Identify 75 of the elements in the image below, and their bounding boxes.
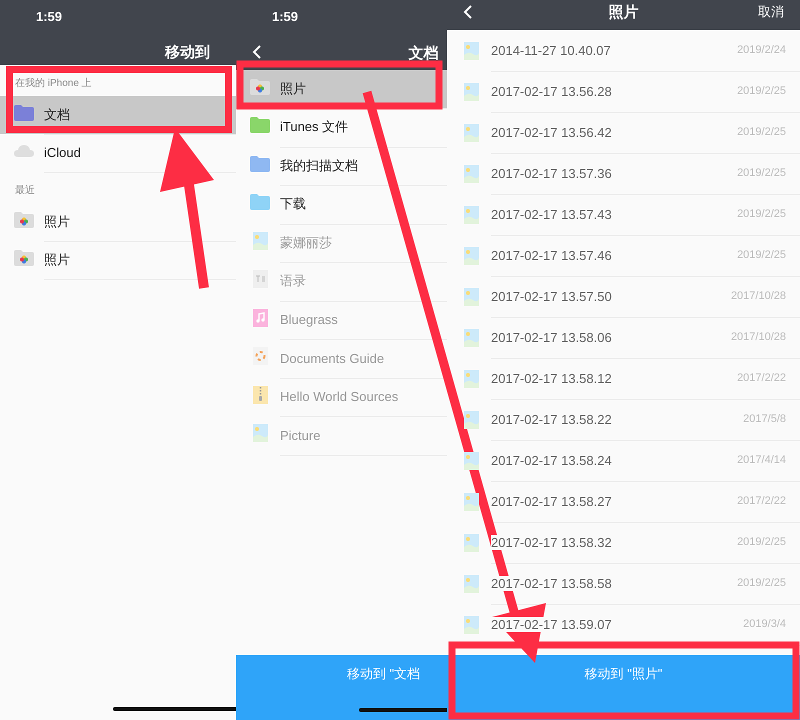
file-label: Bluegrass: [280, 312, 338, 328]
file-name: 2017-02-17 13.58.27: [491, 494, 612, 508]
file-row[interactable]: 2017-02-17 13.56.28 2019/2/25: [447, 71, 800, 112]
file-date: 2019/2/25: [737, 249, 786, 261]
file-date: 2019/2/25: [737, 577, 786, 589]
file-row[interactable]: 2017-02-17 13.57.50 2017/10/28: [447, 276, 800, 317]
file-name: 2014-11-27 10.40.07: [491, 42, 611, 58]
file-label: 照片: [280, 80, 306, 98]
file-row[interactable]: 2017-02-17 13.57.43 2019/2/25: [447, 194, 800, 235]
file-row[interactable]: 2017-02-17 13.58.12 2017/2/22: [447, 358, 800, 399]
folder-icon: [13, 102, 35, 122]
file-row[interactable]: 2017-02-17 13.58.32 2019/2/25: [447, 522, 800, 563]
file-date: 2019/2/24: [737, 44, 786, 56]
file-date: 2019/2/25: [737, 126, 786, 138]
file-date: 2019/2/25: [737, 85, 786, 97]
section-header: 在我的 iPhone 上: [15, 78, 92, 89]
folder-icon: [249, 154, 271, 174]
back-icon[interactable]: [463, 4, 473, 20]
file-row[interactable]: 2017-02-17 13.58.24 2017/4/14: [447, 440, 800, 481]
file-date: 2017/10/28: [730, 290, 786, 302]
file-name: 2017-02-17 13.58.32: [491, 534, 612, 550]
file-row[interactable]: 2017-02-17 13.57.46 2019/2/25: [447, 235, 800, 276]
file-name: 2017-02-17 13.58.22: [491, 412, 612, 426]
status-time: 1:59: [36, 9, 62, 24]
file-row[interactable]: 2014-11-27 10.40.07 2019/2/24: [447, 30, 800, 71]
file-label: Hello World Sources: [280, 389, 398, 404]
file-label: 下载: [280, 195, 306, 214]
file-label: Picture: [280, 428, 320, 443]
file-name: 2017-02-17 13.56.42: [491, 124, 612, 140]
file-name: 2017-02-17 13.58.24: [491, 452, 612, 468]
file-row[interactable]: 2017-02-17 13.58.27 2017/2/22: [447, 481, 800, 522]
section-header: 最近: [15, 185, 35, 196]
file-row[interactable]: 2017-02-17 13.58.58 2019/2/25: [447, 563, 800, 604]
file-name: 2017-02-17 13.57.43: [491, 206, 612, 222]
file-date: 2017/2/22: [737, 495, 786, 507]
file-row[interactable]: 2017-02-17 13.57.36 2019/2/25: [447, 153, 800, 194]
file-name: 2017-02-17 13.57.50: [491, 288, 612, 304]
file-date: 2017/10/28: [730, 331, 786, 343]
file-name: 2017-02-17 13.58.06: [491, 330, 612, 344]
file-date: 2019/2/25: [737, 167, 786, 179]
file-label: iTunes 文件: [280, 118, 348, 136]
file-row[interactable]: 2017-02-17 13.58.22 2017/5/8: [447, 399, 800, 440]
file-name: 2017-02-17 13.58.12: [491, 370, 612, 386]
photos-folder-icon: [13, 248, 35, 268]
file-name: 2017-02-17 13.58.58: [491, 576, 612, 590]
file-label: 我的扫描文档: [280, 156, 358, 175]
file-label: Documents Guide: [280, 350, 384, 366]
screen-title: 文档: [408, 44, 438, 63]
file-date: 2017/4/14: [737, 454, 786, 466]
back-icon[interactable]: [252, 44, 262, 60]
cancel-button[interactable]: 取消: [758, 3, 784, 21]
location-label: 文档: [44, 106, 70, 124]
file-name: 2017-02-17 13.59.07: [491, 616, 612, 632]
file-date: 2019/2/25: [737, 208, 786, 220]
status-time: 1:59: [272, 9, 298, 24]
screen-title: 照片: [608, 3, 638, 22]
file-name: 2017-02-17 13.57.46: [491, 248, 612, 262]
screen-title: 移动到: [165, 43, 210, 62]
file-name: 2017-02-17 13.57.36: [491, 166, 612, 180]
folder-icon: [249, 115, 271, 136]
file-date: 2017/5/8: [743, 413, 786, 425]
photos-folder-icon: [249, 76, 271, 97]
file-row[interactable]: 2017-02-17 13.56.42 2019/2/25: [447, 112, 800, 153]
location-label: iCloud: [44, 145, 81, 160]
file-date: 2017/2/22: [737, 372, 786, 384]
location-label: 照片: [44, 212, 70, 230]
file-row[interactable]: 2017-02-17 13.58.06 2017/10/28: [447, 317, 800, 358]
file-label: 蒙娜丽莎: [280, 234, 332, 252]
file-label: 语录: [280, 272, 306, 290]
photos-folder-icon: [13, 210, 35, 230]
location-label: 照片: [44, 250, 70, 268]
file-name: 2017-02-17 13.56.28: [491, 84, 612, 98]
file-date: 2019/2/25: [737, 536, 786, 548]
folder-icon: [249, 192, 271, 212]
file-date: 2019/3/4: [743, 618, 786, 630]
